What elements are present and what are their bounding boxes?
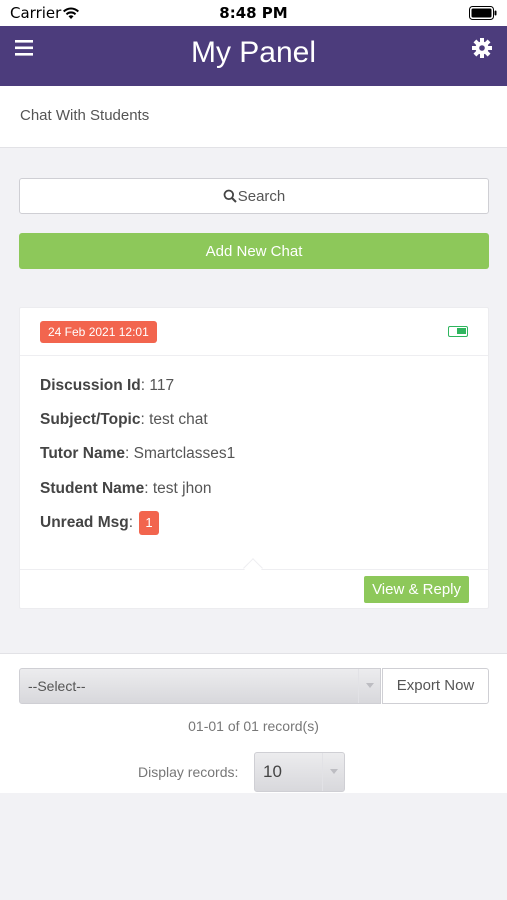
export-now-button[interactable]: Export Now [382,668,489,704]
gear-icon[interactable] [471,37,493,59]
export-select[interactable]: --Select-- [19,668,381,704]
tutor-name-row: Tutor Name: Smartclasses1 [40,445,236,462]
search-icon [223,189,237,203]
search-label: Search [237,187,286,205]
divider [20,355,488,356]
app-header: My Panel [0,26,507,86]
chevron-down-icon [322,753,344,791]
field-label: Student Name [40,480,145,497]
field-label: Discussion Id [40,377,141,394]
display-records-select[interactable]: 10 [254,752,345,792]
subject-row: Subject/Topic: test chat [40,411,208,428]
add-new-chat-button[interactable]: Add New Chat [19,233,489,269]
display-records-label: Display records: [138,764,239,780]
record-count: 01-01 of 01 record(s) [188,718,319,734]
select-value: 10 [263,762,282,781]
field-value: test chat [149,411,208,428]
pagination-panel: --Select-- Export Now 01-01 of 01 record… [0,653,507,793]
section-header: Chat With Students [0,86,507,148]
search-input[interactable]: Search [19,178,489,214]
field-label: Tutor Name [40,445,125,462]
field-value: 117 [149,377,175,394]
field-value: test jhon [152,480,212,497]
chevron-down-icon [358,669,380,703]
section-title: Chat With Students [20,107,150,124]
page-title: My Panel [190,36,317,69]
discussion-id-row: Discussion Id: 117 [40,377,175,394]
field-value: Smartclasses1 [133,445,236,462]
status-toggle[interactable] [448,326,468,337]
unread-count-badge: 1 [139,511,159,535]
view-reply-button[interactable]: View & Reply [364,576,469,603]
unread-msg-row: Unread Msg: 1 [40,511,159,535]
battery-icon [469,5,497,24]
student-name-row: Student Name: test jhon [40,480,212,497]
date-badge: 24 Feb 2021 12:01 [40,321,157,343]
select-value: --Select-- [28,678,86,694]
clock: 8:48 PM [219,4,288,22]
status-bar: Carrier 8:48 PM [0,0,507,26]
card-notch [243,558,263,578]
chat-card: 24 Feb 2021 12:01 Discussion Id: 117 Sub… [19,307,489,609]
field-label: Unread Msg [40,514,129,532]
field-label: Subject/Topic [40,411,141,428]
